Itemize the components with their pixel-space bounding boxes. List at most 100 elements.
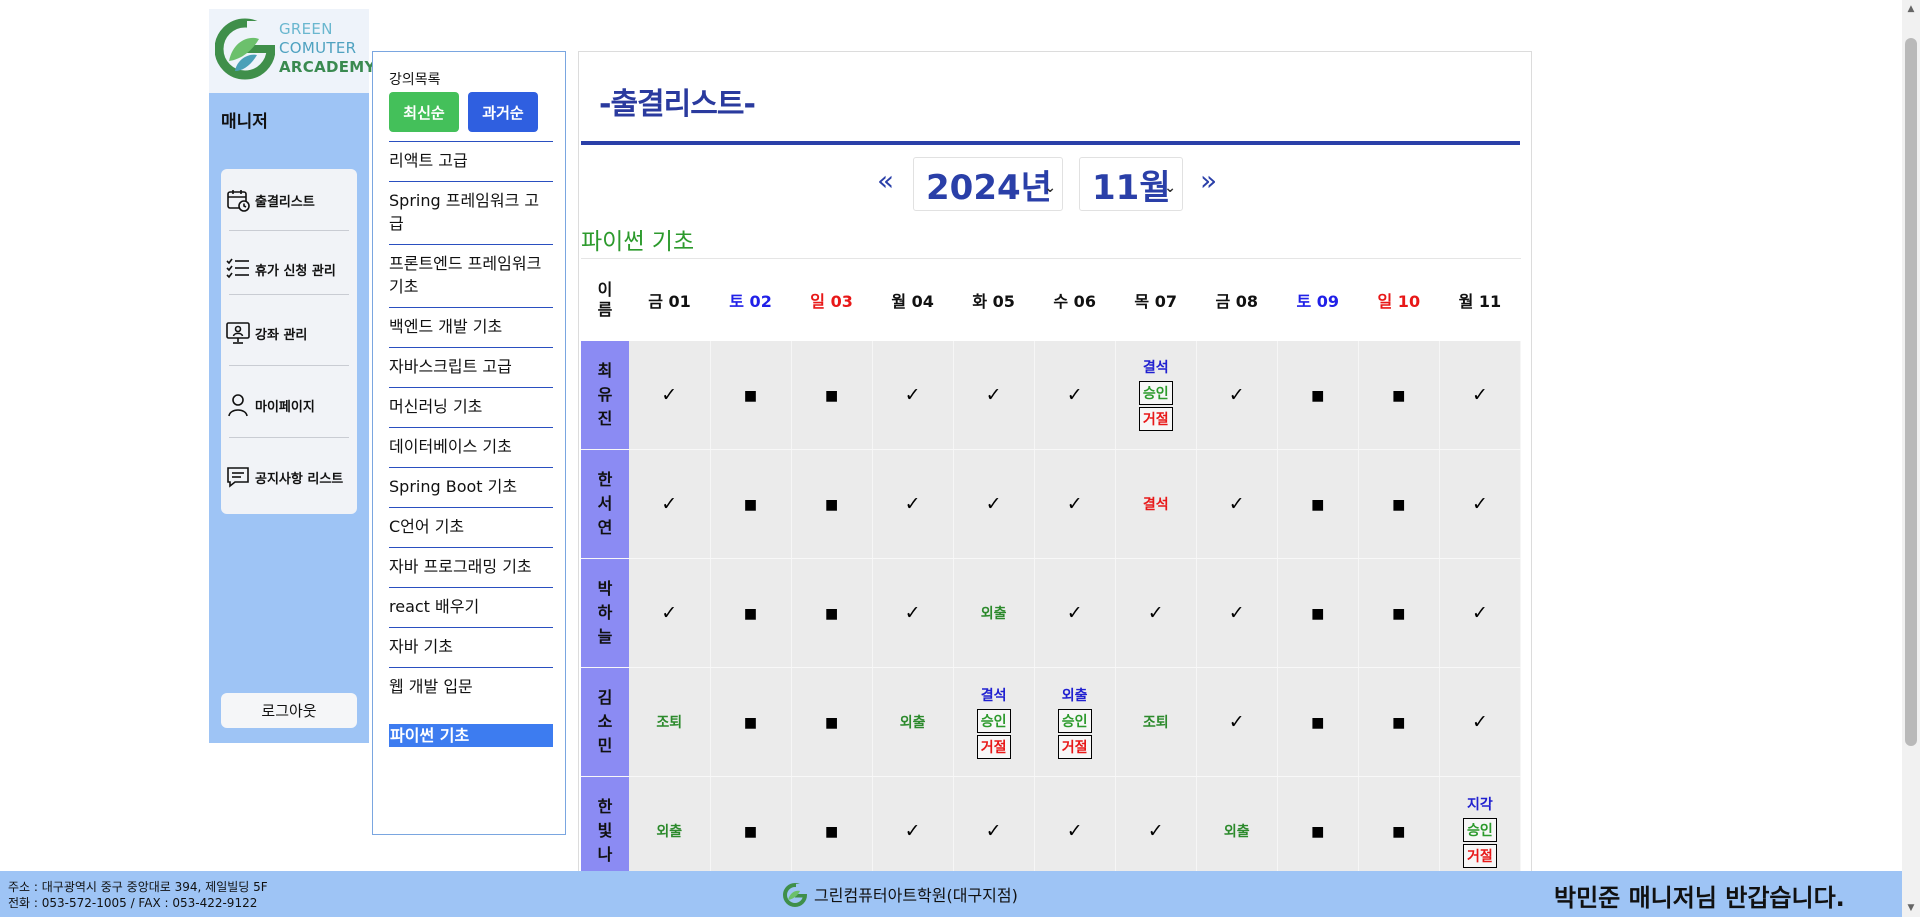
attendance-cell: ✓ [1196,558,1278,668]
year-select[interactable]: 2024년 ⌄ [913,157,1063,211]
sort-newest-button[interactable]: 최신순 [389,92,459,132]
course-item[interactable]: react 배우기 [389,587,553,627]
present-check-icon: ✓ [904,383,921,406]
approve-button[interactable]: 승인 [1138,381,1173,406]
course-item[interactable]: C언어 기초 [389,507,553,547]
attendance-cell: 외출승인 거절 [1034,667,1116,777]
reject-button[interactable]: 거절 [1462,843,1497,868]
present-check-icon: ✓ [1228,711,1245,733]
scroll-down-arrow-icon[interactable]: ▼ [1902,899,1920,917]
next-month-arrow-icon[interactable]: » [1200,167,1217,195]
no-class-square-icon: ■ [824,497,839,513]
day-column-header: 화 05 [953,258,1035,341]
name-header-text: 이름 [597,279,613,319]
chevron-down-icon: ⌄ [1164,180,1176,196]
scrollbar-thumb[interactable] [1905,38,1917,746]
table-row: 한 빛 나 외출 ■ ■ ✓ ✓ ✓ ✓ 외출 ■ ■ 지각 승인 거절 [581,776,1522,886]
reject-button[interactable]: 거절 [976,734,1011,759]
attendance-table-body: 최 유 진 ✓ ■ ■ ✓ ✓ ✓ 결석 승인 거절 ✓ ■ ■ ✓ 한 서 연 ✓ ■ ■ ✓ ✓ ✓ 결석 ✓ ■ ■ ✓ 박 하 늘 ✓ ■ ■… [581,340,1522,886]
no-class-square-icon: ■ [1392,387,1406,404]
attendance-cell: 외출 [1196,776,1278,886]
attendance-cell: ✓ [1115,558,1197,668]
course-item[interactable]: 머신러닝 기초 [389,387,553,427]
attendance-cell: ✓ [629,340,711,450]
course-item-active[interactable]: 파이썬 기초 [389,717,553,756]
divider [229,437,349,438]
attendance-cell: ■ [1277,449,1359,559]
pending-request: 결석승인 거절 [1138,357,1173,432]
divider [229,294,349,295]
sidebar: GREEN COMUTER ARCADEMY 매니저 출결리스트 휴가 신청 관… [209,9,375,743]
course-item[interactable]: 데이터베이스 기초 [389,427,553,467]
sidebar-item-notice-list[interactable]: 공지사항 리스트 [221,447,357,507]
sidebar-item-course-management[interactable]: 강좌 관리 [221,303,357,363]
sidebar-item-vacation-management[interactable]: 휴가 신청 관리 [221,239,357,299]
sidebar-item-attendance-list[interactable]: 출결리스트 [221,170,357,230]
attendance-cell: ■ [1277,558,1359,668]
month-select[interactable]: 11월 ⌄ [1079,157,1183,211]
present-check-icon: ✓ [985,383,1002,406]
year-select-value: 2024년 [926,167,1052,208]
prev-month-arrow-icon[interactable]: « [877,167,894,195]
request-type-label: 결석 [980,687,1007,704]
day-column-header: 일 10 [1358,258,1440,341]
vertical-scrollbar[interactable]: ▲ ▼ [1902,0,1920,917]
course-list-panel: 강의목록 최신순 과거순 리액트 고급 Spring 프레임워크 고급 프론트엔… [372,51,566,835]
course-item[interactable]: 자바 프로그래밍 기초 [389,547,553,587]
student-name-cell: 박하늘 [581,558,629,668]
attendance-cell: ■ [710,776,792,886]
reject-button[interactable]: 거절 [1057,734,1092,759]
course-item[interactable]: 웹 개발 입문 [389,667,553,707]
table-row: 한 서 연 ✓ ■ ■ ✓ ✓ ✓ 결석 ✓ ■ ■ ✓ [581,449,1522,559]
sort-oldest-button[interactable]: 과거순 [468,92,538,132]
attendance-cell: ✓ [872,449,954,559]
date-navigation: « 2024년 ⌄ 11월 ⌄ » [579,157,1531,213]
course-item[interactable]: 자바 기초 [389,627,553,667]
logo-line-1: GREEN [279,20,333,38]
course-item[interactable]: Spring 프레임워크 고급 [389,181,553,244]
calendar-clock-icon [223,185,253,215]
pending-request: 지각 승인 거절 [1462,794,1497,869]
checklist-icon [223,254,253,284]
no-class-square-icon: ■ [743,715,758,731]
attendance-cell: 결석 [1115,449,1197,559]
course-item[interactable]: 리액트 고급 [389,141,553,181]
attendance-cell: ✓ [1034,340,1116,450]
divider [581,141,1520,145]
sidebar-title: 매니저 [221,112,268,132]
attendance-cell: ✓ [629,449,711,559]
sidebar-item-mypage[interactable]: 마이페이지 [221,375,357,435]
logo[interactable]: GREEN COMUTER ARCADEMY [209,9,375,93]
no-class-square-icon: ■ [1392,606,1406,622]
present-check-icon: ✓ [1228,602,1245,624]
footer-address-line: 주소 : 대구광역시 중구 중앙대로 394, 제일빌딩 5F [8,880,268,894]
course-item[interactable]: 프론트엔드 프레임워크 기초 [389,244,553,307]
sidebar-item-label: 강좌 관리 [255,327,308,343]
logout-button[interactable]: 로그아웃 [221,693,357,728]
course-item[interactable]: Spring Boot 기초 [389,467,553,507]
attendance-cell: 결석승인 거절 [953,667,1035,777]
request-type-label: 외출 [1061,687,1088,704]
request-type-label: 결석 [1142,360,1169,377]
present-check-icon: ✓ [904,820,921,842]
attendance-cell: ■ [1358,558,1440,668]
course-item[interactable]: 자바스크립트 고급 [389,347,553,387]
attendance-cell: ✓ [1034,558,1116,668]
approve-button[interactable]: 승인 [976,708,1011,733]
attendance-cell: ✓ [1196,449,1278,559]
attendance-cell: 외출 [872,667,954,777]
day-column-header: 토 09 [1277,258,1359,341]
reject-button[interactable]: 거절 [1138,407,1173,432]
course-list: 리액트 고급 Spring 프레임워크 고급 프론트엔드 프레임워크 기초 백엔… [389,141,553,756]
attendance-cell: ■ [710,667,792,777]
no-class-square-icon: ■ [743,824,758,840]
attendance-cell: ■ [791,449,873,559]
approve-button[interactable]: 승인 [1462,817,1497,842]
present-check-icon: ✓ [661,493,678,515]
scroll-up-arrow-icon[interactable]: ▲ [1902,0,1920,18]
welcome-message: 박민준 매니저님 반갑습니다. [1554,884,1845,912]
present-check-icon: ✓ [1066,602,1083,624]
attendance-cell: ✓ [1115,776,1197,886]
approve-button[interactable]: 승인 [1057,708,1092,733]
course-item[interactable]: 백엔드 개발 기초 [389,307,553,347]
